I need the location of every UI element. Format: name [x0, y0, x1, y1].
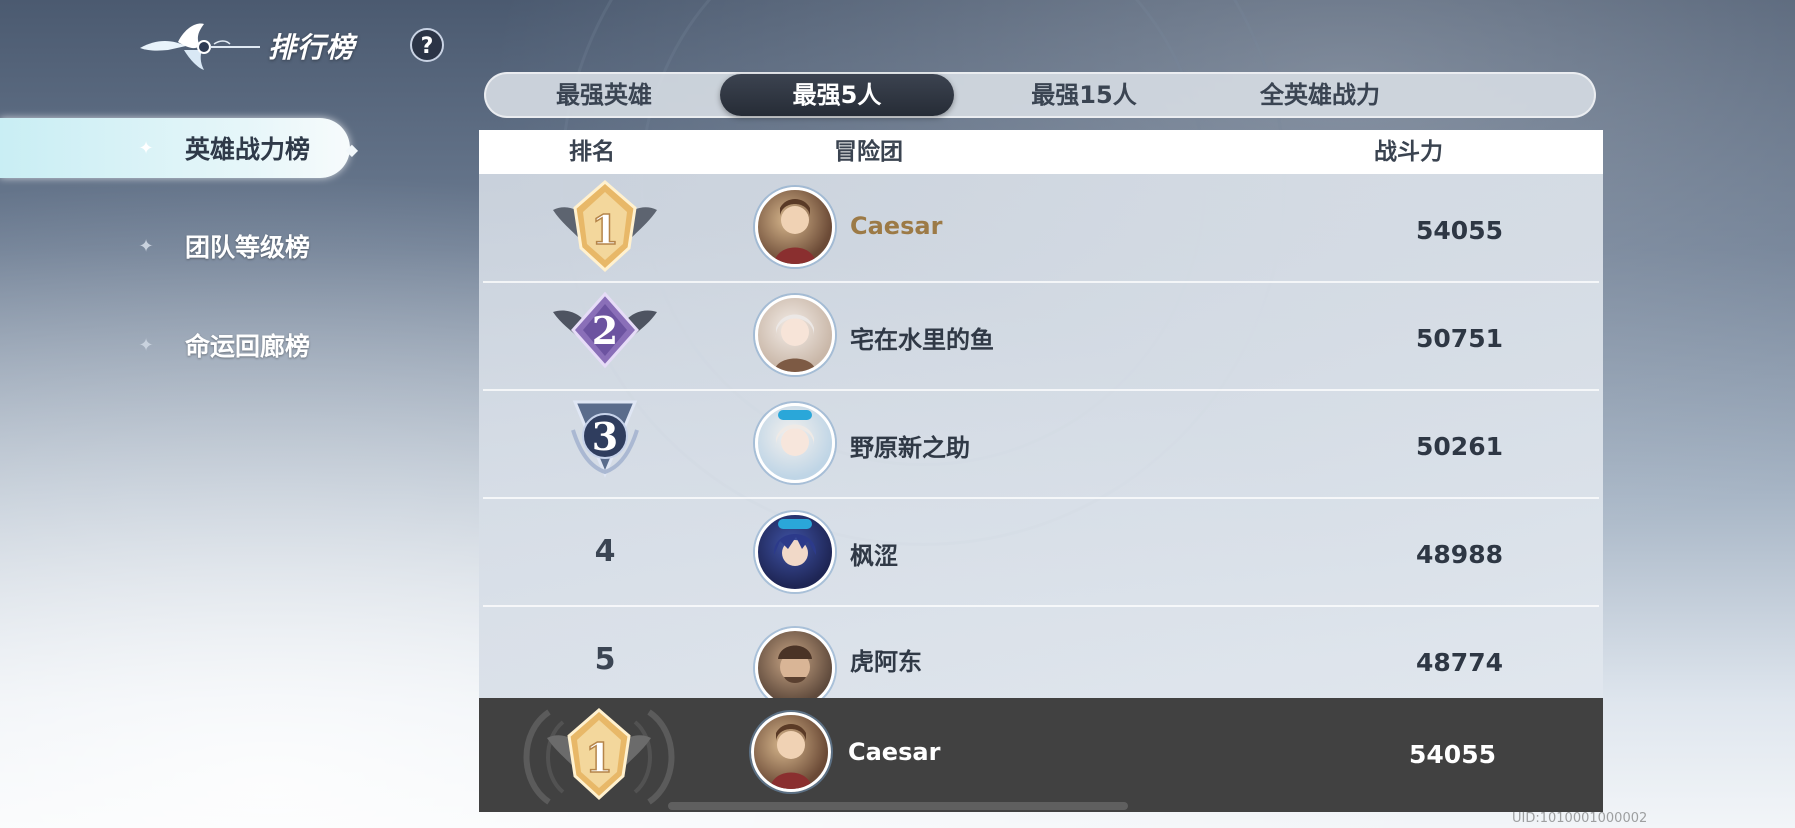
svg-text:3: 3 [592, 414, 618, 459]
sparkle-icon: ✦ [138, 137, 154, 159]
page-title: 排行榜 [268, 31, 356, 64]
power-value: 48774 [1416, 648, 1503, 677]
sidebar-item-fate-corridor[interactable]: ✦ 命运回廊榜 [0, 315, 350, 375]
my-name: Caesar [848, 738, 941, 766]
sparkle-icon: ✦ [138, 235, 154, 257]
rank-number: 4 [594, 534, 616, 569]
player-name: 野原新之助 [850, 434, 970, 462]
tab-strongest-15[interactable]: 最强15人 [966, 74, 1202, 116]
tab-strongest-hero[interactable]: 最强英雄 [494, 74, 714, 116]
column-team: 冒险团 [834, 139, 903, 165]
tab-strongest-5[interactable]: 最强5人 [720, 74, 954, 116]
player-name: 宅在水里的鱼 [850, 326, 994, 354]
my-rank-row[interactable]: 1 Caesar 54055 [479, 698, 1603, 812]
blue-rank-3-badge-icon: 3 [571, 400, 639, 478]
table-row[interactable]: 3 野原新之助 50261 [483, 390, 1599, 499]
scrollbar[interactable] [668, 802, 1128, 810]
svg-text:1: 1 [585, 735, 613, 782]
ranking-list[interactable]: 1 Caesar 54055 2 宅在水里的鱼 50751 3 野原新之助 50… [479, 174, 1603, 698]
sidebar-item-label: 团队等级榜 [185, 233, 311, 262]
tab-bar: 最强英雄 最强5人 最强15人 全英雄战力 [484, 72, 1596, 118]
player-avatar[interactable] [755, 187, 835, 267]
power-value: 50751 [1416, 324, 1503, 353]
column-power: 战斗力 [1374, 139, 1443, 165]
sidebar-item-label: 命运回廊榜 [185, 332, 311, 361]
sidebar-item-team-level[interactable]: ✦ 团队等级榜 [0, 216, 350, 276]
player-avatar[interactable] [755, 403, 835, 483]
sidebar-item-label: 英雄战力榜 [185, 135, 311, 164]
table-row[interactable]: 2 宅在水里的鱼 50751 [483, 282, 1599, 391]
player-name: 枫涩 [850, 542, 898, 570]
column-rank: 排名 [569, 139, 615, 165]
table-row[interactable]: 4 枫涩 48988 [483, 498, 1599, 607]
power-value: 48988 [1416, 540, 1503, 569]
svg-text:2: 2 [592, 308, 618, 353]
table-header: 排名 冒险团 战斗力 [479, 130, 1603, 174]
player-name: Caesar [850, 212, 943, 240]
pointer-icon: ◆ [345, 140, 358, 159]
player-name: 虎阿东 [850, 648, 922, 676]
player-avatar[interactable] [755, 295, 835, 375]
power-value: 50261 [1416, 432, 1503, 461]
player-avatar[interactable] [755, 512, 835, 592]
sidebar-item-hero-power[interactable]: ✦ 英雄战力榜 ◆ [0, 118, 358, 178]
svg-text:1: 1 [591, 207, 619, 254]
gold-rank-1-badge-icon: 1 [553, 180, 657, 273]
table-row[interactable]: 5 虎阿东 48774 [483, 606, 1599, 698]
rank-number: 5 [594, 642, 616, 677]
help-button[interactable]: ? [410, 28, 444, 62]
table-row[interactable]: 1 Caesar 54055 [483, 174, 1599, 283]
tab-all-hero-power[interactable]: 全英雄战力 [1202, 74, 1438, 116]
gold-rank-1-badge-icon: 1 [547, 708, 651, 801]
purple-rank-2-badge-icon: 2 [553, 291, 657, 369]
my-power-value: 54055 [1409, 740, 1496, 769]
wing-emblem-icon [140, 23, 260, 70]
sparkle-icon: ✦ [138, 334, 154, 356]
uid-label: UID:1010001000002 [1512, 811, 1648, 826]
my-avatar[interactable] [751, 712, 831, 792]
player-avatar[interactable] [755, 628, 835, 698]
power-value: 54055 [1416, 216, 1503, 245]
